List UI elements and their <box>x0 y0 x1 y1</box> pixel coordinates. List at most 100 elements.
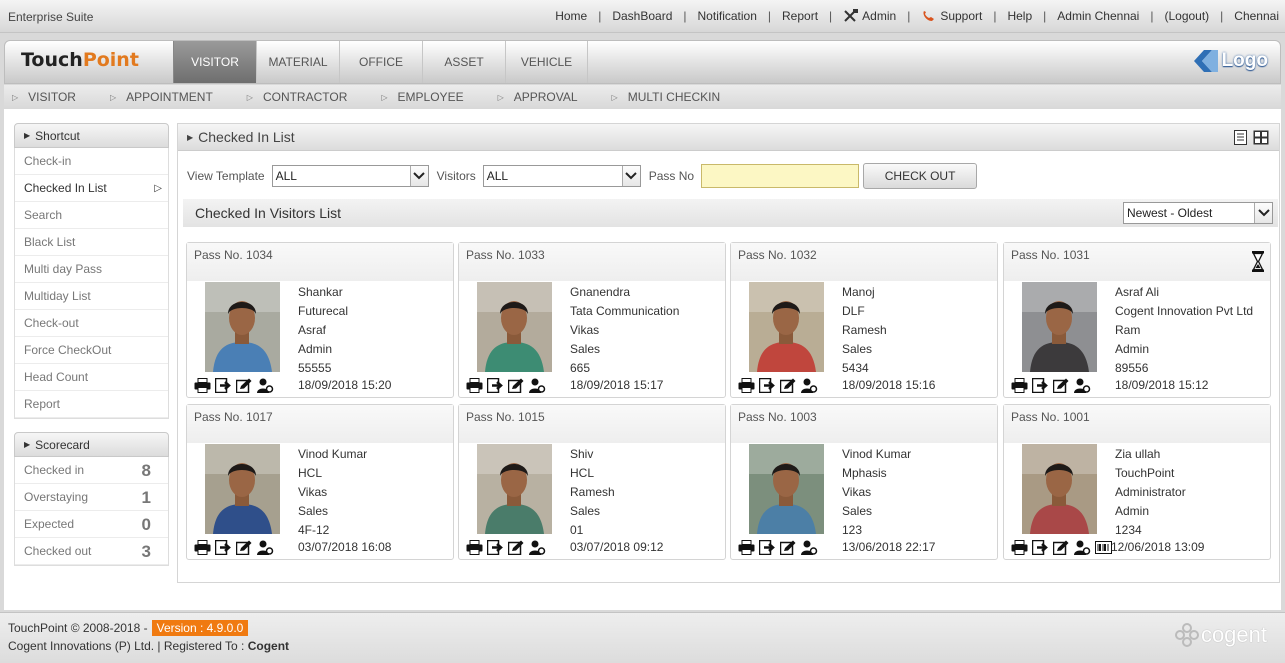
touchpoint-logo[interactable]: TouchPoint <box>21 49 139 71</box>
visitor-card[interactable]: Pass No. 1015 Shiv HCL Ramesh Sales 01 03/07/2… <box>458 404 726 560</box>
top-link-notification[interactable]: Notification <box>698 9 757 23</box>
top-link-admin-chennai[interactable]: Admin Chennai <box>1057 9 1139 23</box>
link-separator: | <box>1220 9 1224 23</box>
edit-icon[interactable] <box>236 540 253 555</box>
visitor-card[interactable]: Pass No. 1003 Vinod Kumar Mphasis Vikas Sale… <box>730 404 998 560</box>
subnav-item-visitor[interactable]: ▷ VISITOR <box>4 90 76 104</box>
sort-select[interactable]: Newest - Oldest <box>1123 202 1273 224</box>
shortcut-item-multi-day-pass[interactable]: Multi day Pass <box>15 256 168 283</box>
view-template-select[interactable]: ALL <box>271 165 429 187</box>
visitor-card[interactable]: Pass No. 1031 Asraf Ali Cogent Innovation … <box>1003 242 1271 398</box>
edit-icon[interactable] <box>1053 378 1070 393</box>
list-view-icon[interactable] <box>1233 130 1248 148</box>
print-icon[interactable] <box>194 540 211 555</box>
top-link-dashboard[interactable]: DashBoard <box>612 9 672 23</box>
tab-visitor[interactable]: VISITOR <box>173 41 256 83</box>
shortcut-item-force-checkout[interactable]: Force CheckOut <box>15 337 168 364</box>
visitor-dept: Sales <box>570 342 601 356</box>
print-icon[interactable] <box>738 378 755 393</box>
print-icon[interactable] <box>194 378 211 393</box>
registered-to: Cogent <box>247 639 290 653</box>
user-search-icon[interactable] <box>1074 540 1091 555</box>
visitor-card[interactable]: Pass No. 1032 Manoj DLF Ramesh Sales 5434 18/0… <box>730 242 998 398</box>
shortcut-item-multiday-list[interactable]: Multiday List <box>15 283 168 310</box>
shortcut-item-checked-in-list[interactable]: Checked In List ▷ <box>15 175 168 202</box>
check-out-button[interactable]: CHECK OUT <box>863 163 978 189</box>
checkout-icon[interactable] <box>215 540 232 555</box>
subnav-item-employee[interactable]: ▷ EMPLOYEE <box>373 90 463 104</box>
pass-number: Pass No. 1033 <box>459 243 725 281</box>
checkout-icon[interactable] <box>487 378 504 393</box>
top-link-admin[interactable]: Admin <box>843 9 896 23</box>
shortcut-header[interactable]: ▶ Shortcut <box>14 123 169 148</box>
checkout-icon[interactable] <box>1032 540 1049 555</box>
print-icon[interactable] <box>1011 378 1028 393</box>
checkout-icon[interactable] <box>759 540 776 555</box>
top-link-chennai[interactable]: Chennai <box>1234 9 1279 23</box>
user-search-icon[interactable] <box>257 378 274 393</box>
subnav-item-contractor[interactable]: ▷ CONTRACTOR <box>239 90 348 104</box>
visitor-company: HCL <box>570 466 595 480</box>
link-separator: | <box>993 9 997 23</box>
shortcut-item-check-in[interactable]: Check-in <box>15 148 168 175</box>
tab-material[interactable]: MATERIAL <box>256 41 339 83</box>
visitor-card[interactable]: Pass No. 1034 Shankar Futurecal Asraf Admin 5… <box>186 242 454 398</box>
shortcut-item-head-count[interactable]: Head Count <box>15 364 168 391</box>
print-icon[interactable] <box>738 540 755 555</box>
tab-office[interactable]: OFFICE <box>339 41 422 83</box>
visitor-info: Gnanendra Tata Communication Vikas Sales 665 <box>570 283 679 378</box>
visitor-name: Shankar <box>298 285 343 299</box>
top-link-logout[interactable]: (Logout) <box>1164 9 1209 23</box>
edit-icon[interactable] <box>508 540 525 555</box>
shortcut-item-check-out[interactable]: Check-out <box>15 310 168 337</box>
subnav-item-appointment[interactable]: ▷ APPOINTMENT <box>102 90 213 104</box>
top-link-support[interactable]: Support <box>921 9 982 23</box>
checkout-icon[interactable] <box>215 378 232 393</box>
user-search-icon[interactable] <box>801 378 818 393</box>
shortcut-item-black-list[interactable]: Black List <box>15 229 168 256</box>
user-search-icon[interactable] <box>801 540 818 555</box>
top-link-help[interactable]: Help <box>1007 9 1032 23</box>
user-search-icon[interactable] <box>529 540 546 555</box>
subnav-item-multi-checkin[interactable]: ▷ MULTI CHECKIN <box>604 90 721 104</box>
print-icon[interactable] <box>466 540 483 555</box>
visitor-dept: Sales <box>842 504 873 518</box>
edit-icon[interactable] <box>236 378 253 393</box>
user-search-icon[interactable] <box>529 378 546 393</box>
card-actions <box>1011 378 1091 393</box>
print-icon[interactable] <box>466 378 483 393</box>
pass-no-input[interactable] <box>701 164 860 188</box>
score-overstaying[interactable]: Overstaying 1 <box>15 484 168 511</box>
barcode-icon[interactable] <box>1095 540 1112 555</box>
visitors-select[interactable]: ALL <box>482 165 641 187</box>
shortcut-item-report[interactable]: Report <box>15 391 168 418</box>
chevron-right-icon: ▷ <box>154 183 162 194</box>
tab-asset[interactable]: ASSET <box>422 41 505 83</box>
score-checked-in[interactable]: Checked in 8 <box>15 457 168 484</box>
top-link-home[interactable]: Home <box>555 9 587 23</box>
edit-icon[interactable] <box>780 378 797 393</box>
shortcut-item-search[interactable]: Search <box>15 202 168 229</box>
scorecard-header[interactable]: ▶ Scorecard <box>14 432 169 457</box>
visitor-card[interactable]: Pass No. 1033 Gnanendra Tata Communication… <box>458 242 726 398</box>
print-icon[interactable] <box>1011 540 1028 555</box>
visitor-host: Administrator <box>1115 485 1186 499</box>
checkout-icon[interactable] <box>1032 378 1049 393</box>
user-search-icon[interactable] <box>257 540 274 555</box>
user-search-icon[interactable] <box>1074 378 1091 393</box>
score-checked-out[interactable]: Checked out 3 <box>15 538 168 565</box>
edit-icon[interactable] <box>508 378 525 393</box>
visitor-phone: 665 <box>570 361 591 375</box>
subnav-item-approval[interactable]: ▷ APPROVAL <box>490 90 578 104</box>
visitor-photo <box>205 444 280 534</box>
visitor-card[interactable]: Pass No. 1017 Vinod Kumar HCL Vikas Sales 4F-… <box>186 404 454 560</box>
score-expected[interactable]: Expected 0 <box>15 511 168 538</box>
top-link-report[interactable]: Report <box>782 9 818 23</box>
grid-view-icon[interactable] <box>1253 130 1269 148</box>
visitor-card[interactable]: Pass No. 1001 Zia ullah TouchPoint Administ… <box>1003 404 1271 560</box>
checkout-icon[interactable] <box>759 378 776 393</box>
tab-vehicle[interactable]: VEHICLE <box>505 41 588 83</box>
edit-icon[interactable] <box>780 540 797 555</box>
edit-icon[interactable] <box>1053 540 1070 555</box>
checkout-icon[interactable] <box>487 540 504 555</box>
